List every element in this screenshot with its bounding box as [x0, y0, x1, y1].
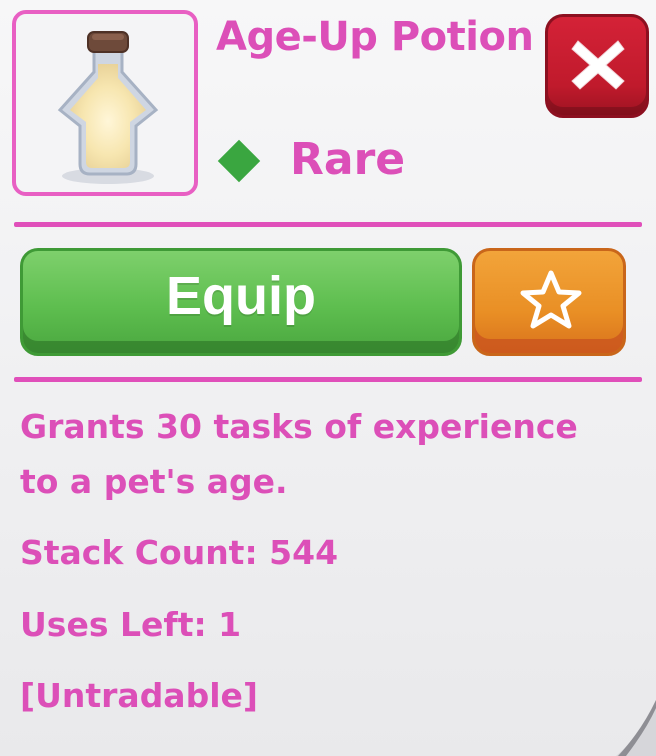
tradable-status: [Untradable]: [20, 676, 258, 715]
item-info-panel: Age-Up Potion Rare Equip Grants 30 tasks…: [0, 0, 656, 756]
item-image-frame: [12, 10, 198, 196]
item-description-line1: Grants 30 tasks of experience: [20, 407, 578, 446]
rarity-label: Rare: [290, 134, 406, 185]
close-x-icon: [571, 40, 625, 90]
page-curl-decoration: [616, 700, 656, 756]
close-button[interactable]: [545, 14, 649, 118]
equip-button-label: Equip: [166, 266, 316, 326]
star-outline-icon: [520, 270, 582, 329]
stack-count: Stack Count: 544: [20, 533, 339, 572]
rarity-diamond-icon: [217, 139, 261, 183]
item-title: Age-Up Potion: [216, 14, 534, 60]
divider-bottom: [14, 377, 642, 382]
favorite-button[interactable]: [472, 248, 626, 356]
item-description-line2: to a pet's age.: [20, 462, 288, 501]
divider-top: [14, 222, 642, 227]
equip-button[interactable]: Equip: [20, 248, 462, 356]
uses-left: Uses Left: 1: [20, 605, 242, 644]
potion-bottle-icon: [57, 31, 159, 184]
